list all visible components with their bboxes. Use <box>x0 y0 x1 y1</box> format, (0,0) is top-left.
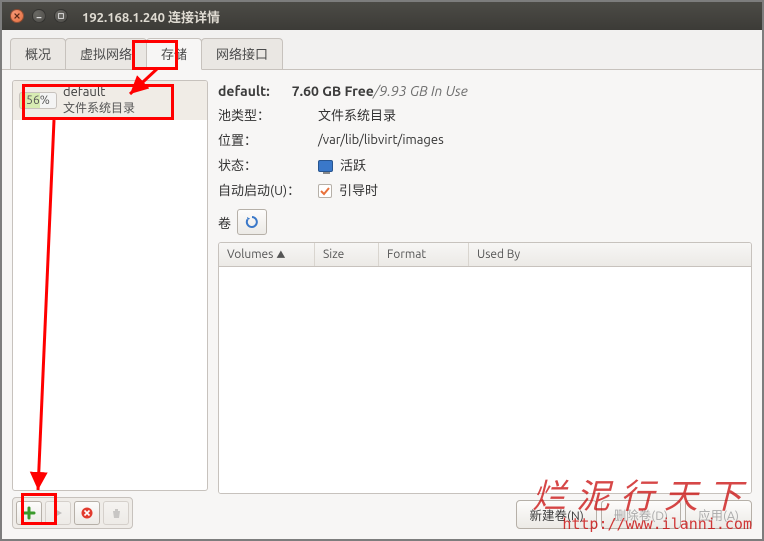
refresh-icon <box>244 214 260 230</box>
storage-sidebar: 56% default 文件系统目录 <box>12 80 208 529</box>
tab-bar: 概况 虚拟网络 存储 网络接口 <box>2 30 762 70</box>
start-pool-button[interactable] <box>45 501 71 525</box>
pool-details: default: 7.60 GB Free / 9.93 GB In Use 池… <box>218 80 752 529</box>
volumes-body <box>219 267 751 493</box>
sort-asc-icon: ▲ <box>276 248 285 261</box>
titlebar: 192.168.1.240 连接详情 <box>2 2 762 30</box>
pool-name: default <box>63 85 135 99</box>
pool-item-default[interactable]: 56% default 文件系统目录 <box>13 81 207 120</box>
stop-pool-button[interactable] <box>74 501 100 525</box>
value-location: /var/lib/libvirt/images <box>318 133 444 147</box>
column-size[interactable]: Size <box>315 243 379 266</box>
pool-type: 文件系统目录 <box>63 99 135 116</box>
column-format[interactable]: Format <box>379 243 469 266</box>
pool-toolbar <box>12 497 133 529</box>
new-volume-button[interactable]: 新建卷(N) <box>516 500 596 529</box>
play-icon <box>52 507 64 519</box>
value-autostart: 引导时 <box>339 184 378 198</box>
label-state: 状态： <box>218 155 318 174</box>
window-close-button[interactable] <box>10 9 24 23</box>
tab-network-interfaces[interactable]: 网络接口 <box>201 38 283 69</box>
label-pool-type: 池类型： <box>218 105 318 124</box>
window-title: 192.168.1.240 连接详情 <box>82 7 220 26</box>
label-location: 位置： <box>218 130 318 149</box>
storage-pool-list[interactable]: 56% default 文件系统目录 <box>12 80 208 491</box>
window-maximize-button[interactable] <box>54 9 68 23</box>
plus-icon <box>22 506 36 520</box>
column-used-by[interactable]: Used By <box>469 243 751 266</box>
add-pool-button[interactable] <box>16 501 42 525</box>
trash-icon <box>110 507 123 520</box>
autostart-checkbox[interactable] <box>318 184 332 198</box>
delete-pool-button[interactable] <box>103 501 129 525</box>
volumes-table[interactable]: Volumes ▲ Size Format Used By <box>218 242 752 494</box>
label-volumes: 卷 <box>218 213 231 232</box>
pool-usage-badge: 56% <box>19 92 57 109</box>
check-icon <box>319 185 331 197</box>
detail-free: 7.60 GB Free <box>292 83 374 99</box>
tab-overview[interactable]: 概况 <box>10 38 66 69</box>
tab-storage[interactable]: 存储 <box>146 38 202 70</box>
tab-virtual-networks[interactable]: 虚拟网络 <box>65 38 147 69</box>
label-autostart: 自动启动(U)： <box>218 180 318 199</box>
column-volumes[interactable]: Volumes ▲ <box>219 243 315 266</box>
window-minimize-button[interactable] <box>32 9 46 23</box>
apply-button[interactable]: 应用(A) <box>685 500 752 529</box>
monitor-icon <box>318 160 333 172</box>
detail-pool-name: default: <box>218 83 270 99</box>
detail-used: 9.93 GB In Use <box>379 83 467 99</box>
value-pool-type: 文件系统目录 <box>318 105 396 124</box>
stop-icon <box>80 506 94 520</box>
refresh-volumes-button[interactable] <box>237 209 267 235</box>
delete-volume-button[interactable]: 删除卷(D) <box>601 500 681 529</box>
value-state: 活跃 <box>318 155 366 174</box>
